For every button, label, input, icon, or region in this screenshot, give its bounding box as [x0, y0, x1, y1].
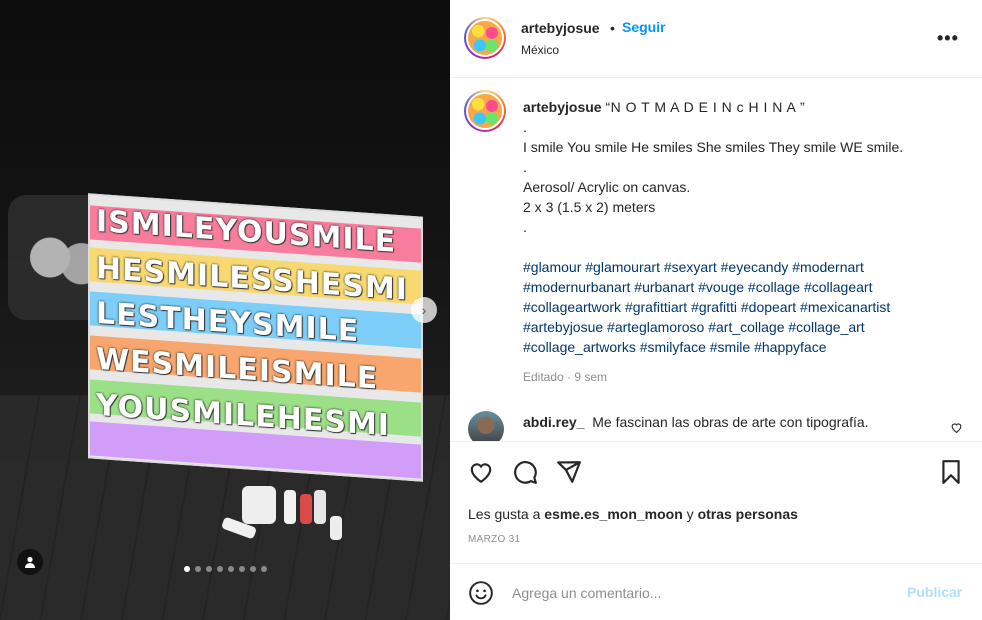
post-actions: Les gusta a esme.es_mon_moon y otras per…: [450, 441, 982, 563]
author-avatar[interactable]: [464, 17, 506, 59]
likes-conjunction: y: [686, 506, 694, 522]
carousel-dot: [206, 566, 212, 572]
post-location[interactable]: México: [521, 43, 559, 57]
tagged-users-button[interactable]: [17, 549, 43, 575]
commenter-avatar[interactable]: [468, 411, 504, 441]
caption-line: 2 x 3 (1.5 x 2) meters: [523, 199, 656, 215]
share-icon[interactable]: [556, 459, 582, 485]
caption-line: .: [523, 159, 527, 175]
header-separator: •: [610, 20, 615, 36]
likes-prefix: Les gusta a: [468, 506, 541, 522]
carousel-dot: [184, 566, 190, 572]
user-icon: [25, 556, 35, 568]
spray-can: [314, 490, 326, 524]
carousel-dot: [195, 566, 201, 572]
commenter-username[interactable]: abdi.rey_: [523, 414, 584, 430]
post-date[interactable]: MARZO 31: [468, 534, 520, 545]
hashtag-line[interactable]: #collageartwork #grafittiart #grafitti #…: [523, 297, 963, 317]
hashtag-line[interactable]: #collage_artworks #smilyface #smile #hap…: [523, 337, 963, 357]
caption-line: .: [523, 219, 527, 235]
caption-line: Aerosol/ Acrylic on canvas.: [523, 179, 691, 195]
caption: artebyjosue “N O T M A D E I N c H I N A…: [523, 97, 963, 357]
hashtag-line[interactable]: #artebyjosue #arteglamoroso #art_collage…: [523, 317, 963, 337]
likes-others-link[interactable]: otras personas: [698, 506, 798, 522]
author-username[interactable]: artebyjosue: [521, 20, 600, 36]
artwork-canvas: ISMILEYOUSMILE HESMILESSHESMI LESTHEYSMI…: [88, 193, 423, 482]
comment-icon[interactable]: [512, 459, 538, 485]
comment-like-icon[interactable]: [950, 421, 963, 434]
likes-summary: Les gusta a esme.es_mon_moon y otras per…: [468, 506, 798, 522]
liker-username[interactable]: esme.es_mon_moon: [544, 506, 683, 522]
post-details-panel: artebyjosue • Seguir México ••• artebyjo…: [450, 0, 982, 620]
caption-title: “N O T M A D E I N c H I N A ”: [605, 99, 806, 115]
caption-line: I smile You smile He smiles She smiles T…: [523, 139, 904, 155]
add-comment-bar: Publicar: [450, 563, 982, 620]
carousel-dot: [239, 566, 245, 572]
caption-author-avatar[interactable]: [464, 90, 506, 132]
comment-text: Me fascinan las obras de arte con tipogr…: [592, 414, 869, 430]
more-options-icon[interactable]: •••: [937, 28, 959, 49]
spray-can: [300, 494, 312, 524]
hashtag-line[interactable]: #modernurbanart #urbanart #vouge #collag…: [523, 277, 963, 297]
instagram-post-modal: ISMILEYOUSMILE HESMILESSHESMI LESTHEYSMI…: [0, 0, 982, 620]
carousel-dot: [261, 566, 267, 572]
save-bookmark-icon[interactable]: [938, 459, 964, 485]
follow-button[interactable]: Seguir: [622, 19, 666, 35]
caption-line: .: [523, 119, 527, 135]
post-header: artebyjosue • Seguir México •••: [450, 0, 982, 78]
caption-username[interactable]: artebyjosue: [523, 99, 602, 115]
carousel-dot: [217, 566, 223, 572]
caption-edited-time: Editado · 9 sem: [523, 370, 608, 384]
carousel-indicators: [184, 566, 267, 572]
post-photo[interactable]: ISMILEYOUSMILE HESMILESSHESMI LESTHEYSMI…: [0, 0, 450, 620]
spray-can: [284, 490, 296, 524]
carousel-next-button[interactable]: ›: [411, 297, 437, 323]
caption-scroll-area[interactable]: artebyjosue “N O T M A D E I N c H I N A…: [450, 78, 982, 441]
carousel-dot: [228, 566, 234, 572]
hashtag-line[interactable]: #glamour #glamourart #sexyart #eyecandy …: [523, 257, 963, 277]
spray-can: [330, 516, 342, 540]
like-icon[interactable]: [468, 459, 494, 485]
emoji-icon[interactable]: [468, 580, 494, 606]
comment-item: abdi.rey_ Me fascinan las obras de arte …: [523, 414, 869, 430]
comment-input[interactable]: [512, 582, 892, 604]
paint-can: [242, 486, 276, 524]
publish-button[interactable]: Publicar: [907, 584, 962, 600]
carousel-dot: [250, 566, 256, 572]
